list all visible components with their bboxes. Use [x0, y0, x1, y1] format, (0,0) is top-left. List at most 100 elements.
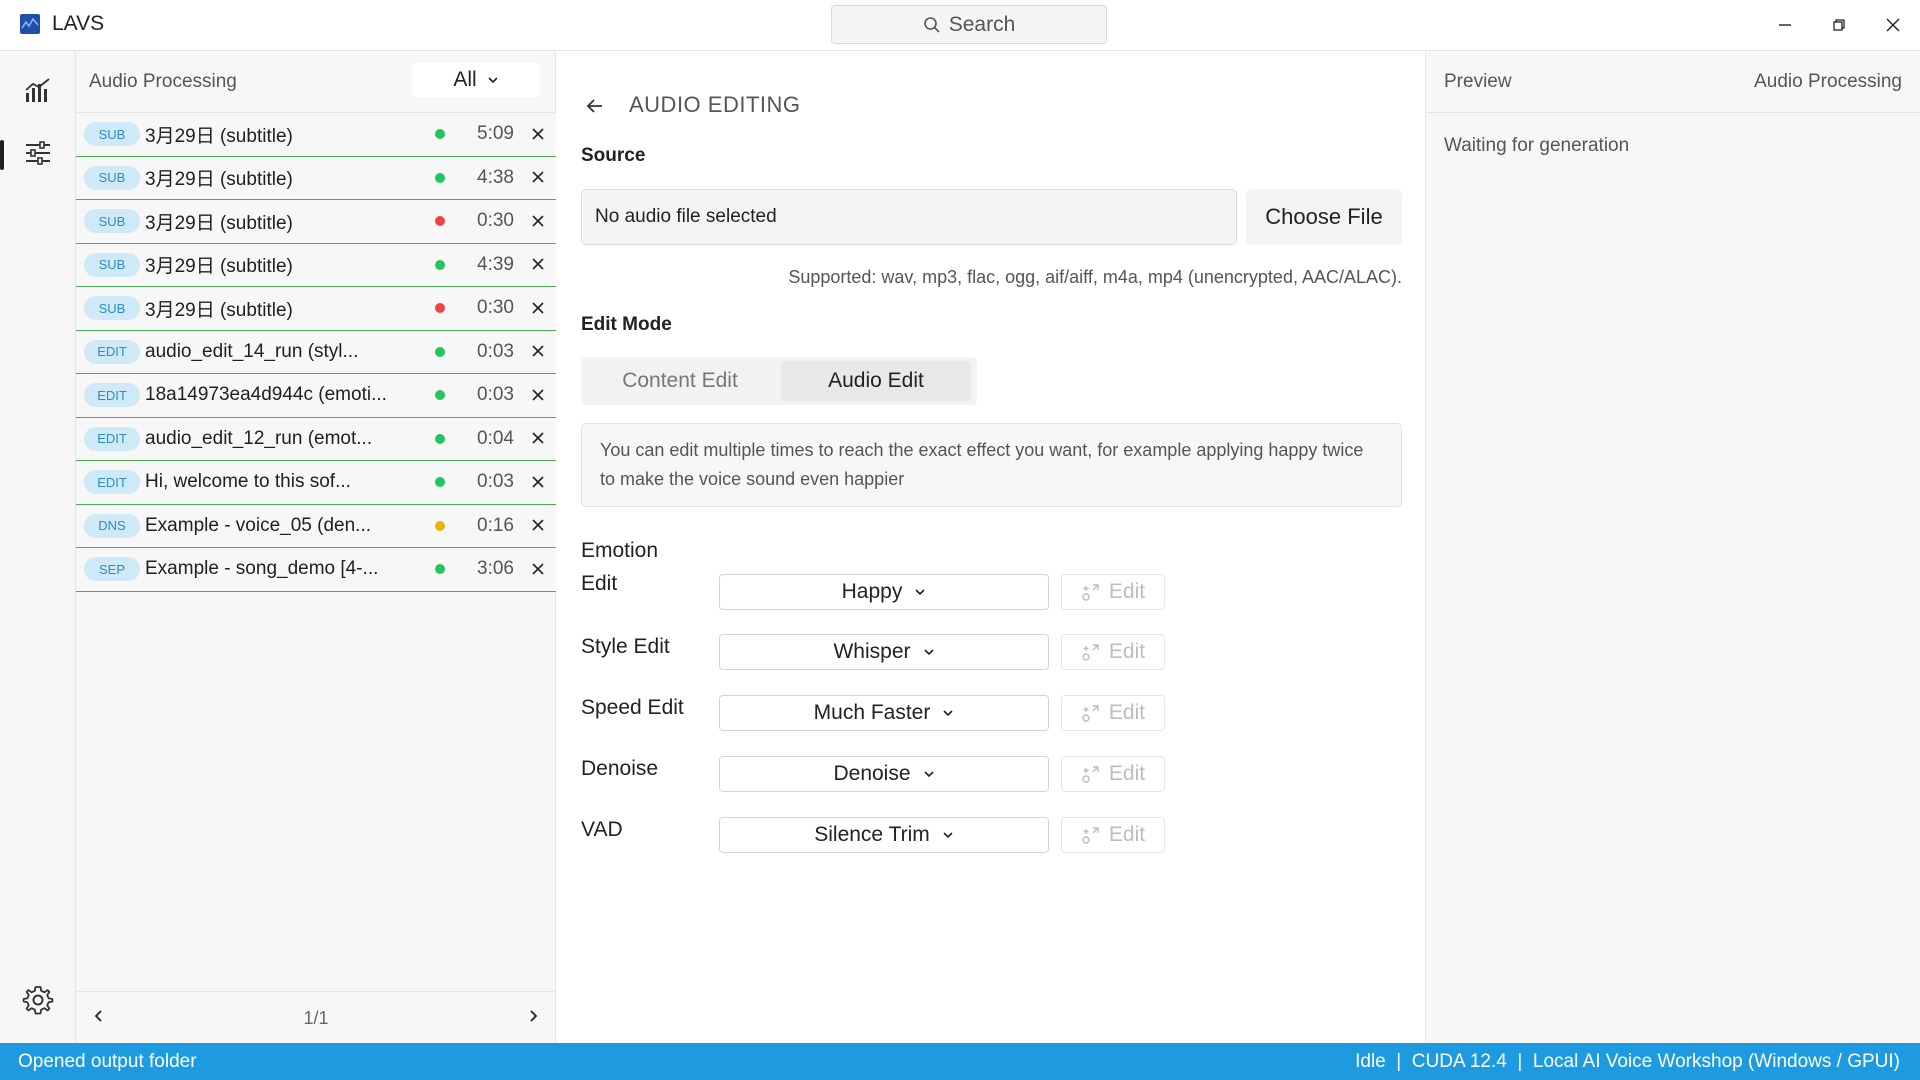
task-status-dot [435, 433, 445, 444]
task-name: audio_edit_14_run (styl... [145, 340, 359, 362]
restore-icon [1833, 19, 1845, 31]
apply-edit-button[interactable]: Edit [1061, 574, 1165, 610]
task-row[interactable]: SUB 3月29日 (subtitle) 5:09 [76, 113, 556, 157]
task-type-badge: DNS [84, 513, 140, 538]
task-duration: 4:38 [477, 166, 514, 188]
task-type-badge: EDIT [84, 383, 140, 408]
app-title: LAVS [52, 12, 105, 35]
edit-sparkle-icon [1082, 584, 1099, 601]
edit-mode-label: Edit Mode [581, 314, 672, 335]
task-row[interactable]: EDIT Hi, welcome to this sof... 0:03 [76, 461, 556, 505]
remove-task-button[interactable] [532, 559, 544, 580]
edit-option-select[interactable]: Denoise [719, 756, 1049, 792]
apply-edit-button[interactable]: Edit [1061, 634, 1165, 670]
settings-button[interactable] [0, 975, 76, 1025]
close-icon [1886, 18, 1900, 32]
remove-task-button[interactable] [532, 385, 544, 406]
edit-option-select[interactable]: Whisper [719, 634, 1049, 670]
task-duration: 0:30 [477, 210, 514, 232]
remove-task-button[interactable] [532, 124, 544, 145]
task-row[interactable]: SUB 3月29日 (subtitle) 0:30 [76, 200, 556, 244]
task-duration: 0:30 [477, 297, 514, 319]
task-row[interactable]: DNS Example - voice_05 (den... 0:16 [76, 504, 556, 548]
pagination: 1/1 [76, 991, 556, 1043]
audio-editing-panel: AUDIO EDITING Source No audio file selec… [556, 51, 1426, 1043]
title-bar: LAVS Search [0, 0, 1920, 51]
task-duration: 5:09 [477, 123, 514, 145]
preview-title: Preview [1444, 71, 1512, 92]
apply-edit-button[interactable]: Edit [1061, 817, 1165, 853]
edit-option-value: Whisper [833, 640, 911, 663]
x-icon [532, 389, 544, 401]
nav-audio-processing[interactable] [0, 128, 76, 178]
remove-task-button[interactable] [532, 298, 544, 319]
task-status-dot [435, 477, 445, 488]
search-label: Search [948, 12, 1016, 36]
task-type-badge: SUB [84, 209, 140, 234]
search-icon [923, 16, 940, 33]
remove-task-button[interactable] [532, 254, 544, 275]
edit-row-label: Style Edit [581, 630, 670, 663]
x-icon [532, 432, 544, 444]
task-duration: 3:06 [477, 558, 514, 580]
task-panel-title: Audio Processing [89, 71, 237, 92]
edit-option-select[interactable]: Much Faster [719, 695, 1049, 731]
task-type-badge: SUB [84, 252, 140, 277]
status-info: Idle | CUDA 12.4 | Local AI Voice Worksh… [1355, 1051, 1900, 1072]
nav-dashboard[interactable] [0, 66, 76, 116]
remove-task-button[interactable] [532, 167, 544, 188]
back-button[interactable] [586, 95, 604, 121]
task-name: 3月29日 (subtitle) [145, 212, 293, 234]
task-status-dot [435, 346, 445, 357]
task-status-dot [435, 129, 445, 140]
task-status-dot [435, 172, 445, 183]
remove-task-button[interactable] [532, 341, 544, 362]
mode-audio-edit[interactable]: Audio Edit [781, 361, 971, 401]
close-window-button[interactable] [1878, 10, 1908, 40]
apply-edit-label: Edit [1108, 640, 1146, 663]
arrow-left-icon [586, 99, 602, 113]
mode-content-edit[interactable]: Content Edit [585, 361, 775, 401]
search-input[interactable]: Search [831, 5, 1107, 44]
remove-task-button[interactable] [532, 211, 544, 232]
x-icon [532, 215, 544, 227]
edit-label-line: Speed Edit [581, 696, 684, 719]
edit-row-label: Speed Edit [581, 691, 684, 724]
task-status-dot [435, 564, 445, 575]
task-name: 18a14973ea4d944c (emoti... [145, 384, 387, 406]
task-row[interactable]: SUB 3月29日 (subtitle) 4:39 [76, 243, 556, 287]
source-label: Source [581, 145, 646, 166]
app-logo-icon [20, 14, 40, 34]
task-filter-select[interactable]: All [412, 63, 540, 97]
task-type-badge: SUB [84, 122, 140, 147]
task-row[interactable]: SEP Example - song_demo [4-... 3:06 [76, 548, 556, 592]
minimize-button[interactable] [1770, 10, 1800, 40]
task-row[interactable]: EDIT audio_edit_14_run (styl... 0:03 [76, 330, 556, 374]
restore-button[interactable] [1824, 10, 1854, 40]
file-path-field[interactable]: No audio file selected [581, 189, 1237, 245]
edit-option-value: Much Faster [813, 701, 931, 724]
x-icon [532, 563, 544, 575]
edit-option-select[interactable]: Silence Trim [719, 817, 1049, 853]
apply-edit-button[interactable]: Edit [1061, 695, 1165, 731]
task-row[interactable]: EDIT 18a14973ea4d944c (emoti... 0:03 [76, 374, 556, 418]
next-page-button[interactable] [526, 1006, 540, 1029]
chevron-down-icon [943, 832, 953, 839]
edit-option-value: Silence Trim [814, 823, 930, 846]
remove-task-button[interactable] [532, 515, 544, 536]
edit-mode-toggle: Content Edit Audio Edit [581, 357, 977, 405]
apply-edit-button[interactable]: Edit [1061, 756, 1165, 792]
task-name: 3月29日 (subtitle) [145, 256, 293, 278]
task-status-dot [435, 303, 445, 314]
edit-label-line: Denoise [581, 757, 659, 780]
remove-task-button[interactable] [532, 428, 544, 449]
status-message: Opened output folder [18, 1051, 197, 1072]
remove-task-button[interactable] [532, 472, 544, 493]
task-row[interactable]: SUB 3月29日 (subtitle) 0:30 [76, 287, 556, 331]
apply-edit-label: Edit [1108, 823, 1146, 846]
choose-file-button[interactable]: Choose File [1246, 189, 1402, 245]
task-duration: 0:16 [477, 514, 514, 536]
task-row[interactable]: EDIT audio_edit_12_run (emot... 0:04 [76, 417, 556, 461]
edit-option-select[interactable]: Happy [719, 574, 1049, 610]
task-row[interactable]: SUB 3月29日 (subtitle) 4:38 [76, 156, 556, 200]
